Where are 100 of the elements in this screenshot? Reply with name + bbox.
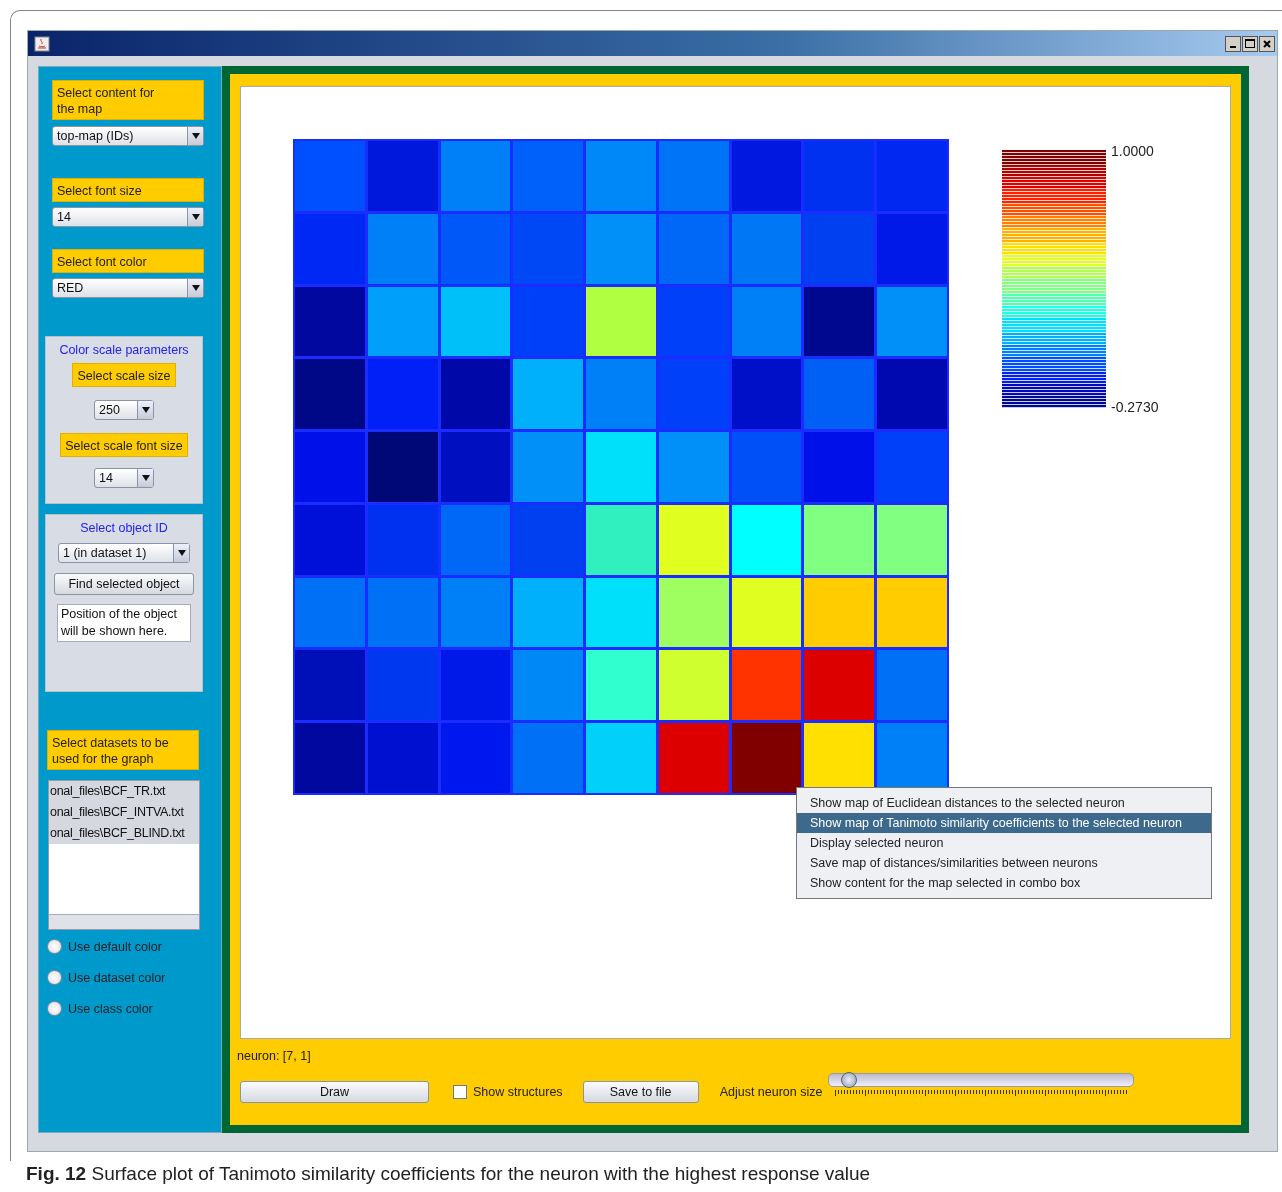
heatmap-cell[interactable] [658,504,729,575]
heatmap-cell[interactable] [877,359,947,430]
minimize-button[interactable] [1225,35,1241,52]
heatmap-cell[interactable] [804,213,875,284]
heatmap-cell[interactable] [440,359,511,430]
heatmap-cell[interactable] [658,286,729,357]
dropdown[interactable]: top-map (IDs) [52,126,204,146]
heatmap-cell[interactable] [586,359,656,430]
list-item[interactable]: onal_files\BCF_INTVA.txt [49,802,199,823]
close-button[interactable] [1259,35,1275,52]
heatmap-cell[interactable] [295,650,365,721]
menu-item[interactable]: Show content for the map selected in combo box [797,873,1211,893]
heatmap-cell[interactable] [440,141,511,211]
menu-item[interactable]: Show map of Tanimoto similarity coefficients to the selected neuron [797,813,1211,833]
heatmap-cell[interactable] [877,432,947,502]
heatmap-cell[interactable] [804,650,875,721]
heatmap-cell[interactable] [440,213,511,284]
heatmap-cell[interactable] [440,432,511,502]
dropdown[interactable]: 250 [94,400,154,420]
draw-button[interactable]: Draw [240,1081,429,1103]
heatmap-cell[interactable] [513,650,584,721]
heatmap-cell[interactable] [731,432,802,502]
heatmap-cell[interactable] [367,359,438,430]
scrollbar[interactable] [49,914,199,929]
heatmap-cell[interactable] [731,650,802,721]
heatmap-cell[interactable] [295,504,365,575]
heatmap-cell[interactable] [367,504,438,575]
heatmap-cell[interactable] [731,577,802,648]
heatmap-cell[interactable] [804,359,875,430]
heatmap-cell[interactable] [295,359,365,430]
heatmap-cell[interactable] [877,141,947,211]
heatmap-cell[interactable] [513,504,584,575]
heatmap-cell[interactable] [658,141,729,211]
heatmap-cell[interactable] [731,504,802,575]
menu-item[interactable]: Display selected neuron [797,833,1211,853]
heatmap-cell[interactable] [440,723,511,793]
heatmap-cell[interactable] [586,650,656,721]
heatmap-cell[interactable] [367,213,438,284]
heatmap-cell[interactable] [658,723,729,793]
menu-item[interactable]: Show map of Euclidean distances to the selected neuron [797,793,1211,813]
heatmap-cell[interactable] [586,213,656,284]
heatmap-cell[interactable] [586,286,656,357]
list-item[interactable]: onal_files\BCF_TR.txt [49,781,199,802]
heatmap-cell[interactable] [440,577,511,648]
maximize-button[interactable] [1242,35,1258,52]
heatmap-cell[interactable] [804,432,875,502]
heatmap-cell[interactable] [658,359,729,430]
heatmap-cell[interactable] [513,213,584,284]
heatmap-cell[interactable] [440,504,511,575]
heatmap-cell[interactable] [804,504,875,575]
heatmap-cell[interactable] [877,213,947,284]
heatmap-cell[interactable] [513,141,584,211]
heatmap-cell[interactable] [367,141,438,211]
heatmap-cell[interactable] [731,723,802,793]
heatmap-cell[interactable] [658,432,729,502]
size-slider[interactable] [828,1072,1135,1087]
heatmap-cell[interactable] [367,577,438,648]
dropdown[interactable]: 14 [52,207,204,227]
heatmap-cell[interactable] [658,213,729,284]
heatmap-cell[interactable] [295,213,365,284]
heatmap-cell[interactable] [586,577,656,648]
heatmap-cell[interactable] [804,577,875,648]
heatmap-cell[interactable] [440,650,511,721]
heatmap-cell[interactable] [658,577,729,648]
find-object-button[interactable]: Find selected object [54,573,194,595]
heatmap-cell[interactable] [295,432,365,502]
heatmap-cell[interactable] [513,286,584,357]
heatmap-cell[interactable] [295,577,365,648]
heatmap-cell[interactable] [295,141,365,211]
heatmap-cell[interactable] [586,504,656,575]
heatmap-cell[interactable] [513,723,584,793]
heatmap-cell[interactable] [440,286,511,357]
dropdown[interactable]: 1 (in dataset 1) [58,543,190,563]
radio-button[interactable] [47,1001,62,1016]
heatmap-cell[interactable] [586,432,656,502]
heatmap-cell[interactable] [877,650,947,721]
heatmap-cell[interactable] [586,141,656,211]
heatmap-cell[interactable] [731,286,802,357]
heatmap-cell[interactable] [877,577,947,648]
heatmap-cell[interactable] [367,650,438,721]
save-button[interactable]: Save to file [582,1081,699,1103]
heatmap-cell[interactable] [586,723,656,793]
heatmap-cell[interactable] [367,723,438,793]
heatmap-cell[interactable] [513,359,584,430]
heatmap-cell[interactable] [731,359,802,430]
checkbox[interactable] [453,1085,467,1099]
heatmap-cell[interactable] [731,213,802,284]
heatmap-cell[interactable] [731,141,802,211]
heatmap-cell[interactable] [513,577,584,648]
slider-thumb[interactable] [840,1071,857,1088]
dropdown[interactable]: RED [52,278,204,298]
heatmap-cell[interactable] [295,286,365,357]
heatmap-cell[interactable] [658,650,729,721]
radio-button[interactable] [47,970,62,985]
radio-button[interactable] [47,939,62,954]
heatmap-cell[interactable] [367,432,438,502]
heatmap-cell[interactable] [367,286,438,357]
dropdown[interactable]: 14 [94,468,154,488]
heatmap-cell[interactable] [877,286,947,357]
heatmap-cell[interactable] [295,723,365,793]
